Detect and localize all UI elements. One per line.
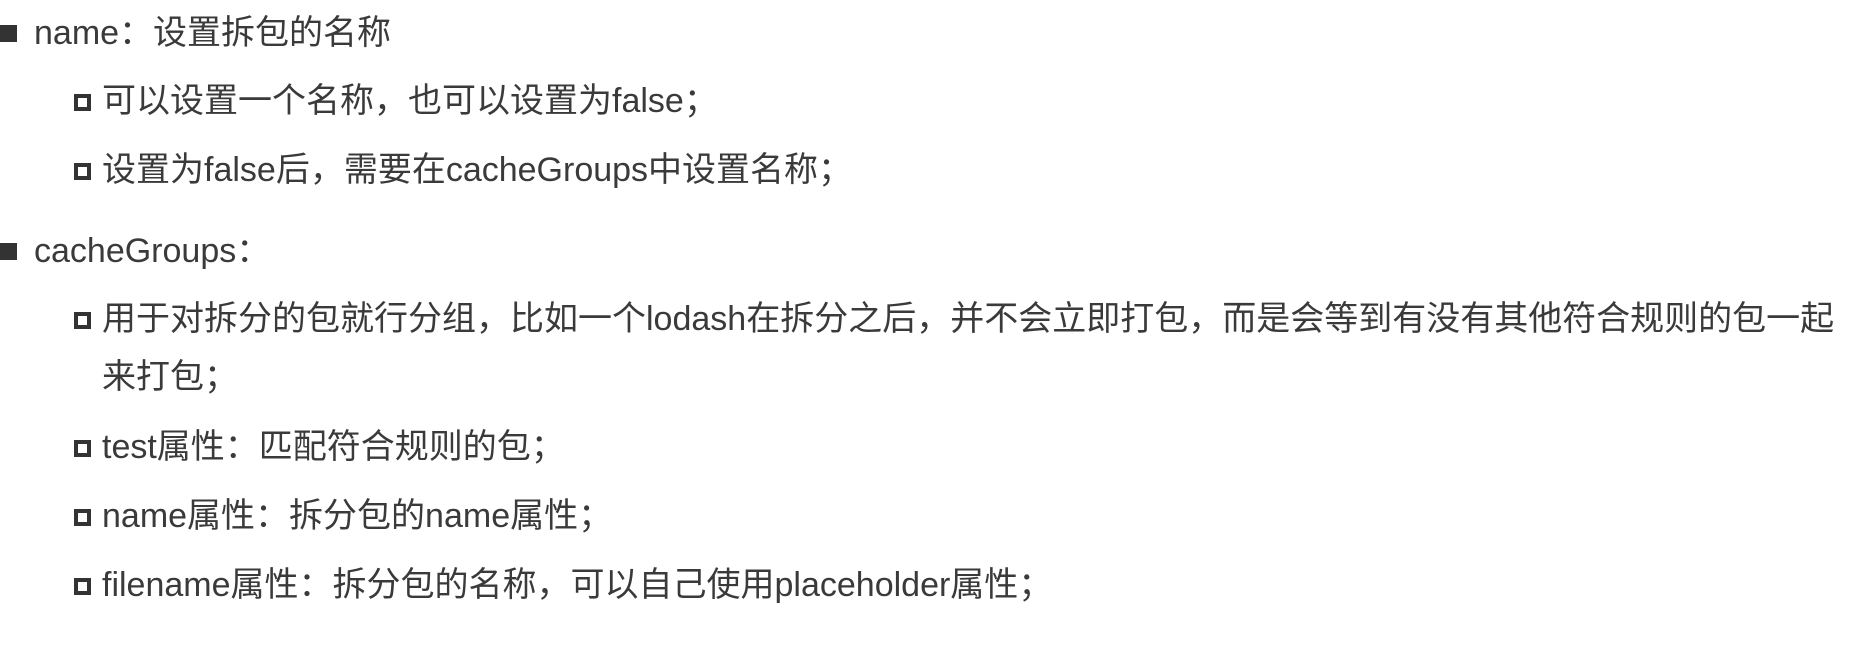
hollow-square-bullet-icon bbox=[74, 509, 91, 526]
list-item-text: cacheGroups： bbox=[34, 232, 271, 270]
square-bullet-icon bbox=[0, 25, 17, 42]
hollow-square-bullet-icon bbox=[74, 440, 91, 457]
square-bullet-icon bbox=[0, 243, 17, 260]
list-subitem: test属性：匹配符合规则的包； bbox=[74, 418, 565, 476]
list-item-cachegroups: cacheGroups： bbox=[0, 222, 270, 280]
list-subitem: filename属性：拆分包的名称，可以自己使用placeholder属性； bbox=[74, 556, 1052, 614]
list-subitem: 设置为false后，需要在cacheGroups中设置名称； bbox=[74, 141, 852, 199]
list-item-text: name：设置拆包的名称 bbox=[34, 14, 392, 52]
list-item-text: 设置为false后，需要在cacheGroups中设置名称； bbox=[102, 151, 853, 189]
list-item-text: name属性：拆分包的name属性； bbox=[102, 497, 613, 535]
list-item-text: 用于对拆分的包就行分组，比如一个lodash在拆分之后，并不会立即打包，而是会等… bbox=[102, 300, 1835, 396]
list-subitem: name属性：拆分包的name属性； bbox=[74, 487, 612, 545]
hollow-square-bullet-icon bbox=[74, 163, 91, 180]
document-page: name：设置拆包的名称 可以设置一个名称，也可以设置为false； 设置为fa… bbox=[0, 0, 1861, 649]
hollow-square-bullet-icon bbox=[74, 94, 91, 111]
list-subitem: 用于对拆分的包就行分组，比如一个lodash在拆分之后，并不会立即打包，而是会等… bbox=[74, 290, 1861, 406]
hollow-square-bullet-icon bbox=[74, 578, 91, 595]
list-item-name: name：设置拆包的名称 bbox=[0, 4, 391, 62]
list-item-text: 可以设置一个名称，也可以设置为false； bbox=[102, 82, 718, 120]
hollow-square-bullet-icon bbox=[74, 312, 91, 329]
list-item-text: filename属性：拆分包的名称，可以自己使用placeholder属性； bbox=[102, 566, 1053, 604]
list-subitem: 可以设置一个名称，也可以设置为false； bbox=[74, 72, 718, 130]
list-item-text: test属性：匹配符合规则的包； bbox=[102, 428, 565, 466]
